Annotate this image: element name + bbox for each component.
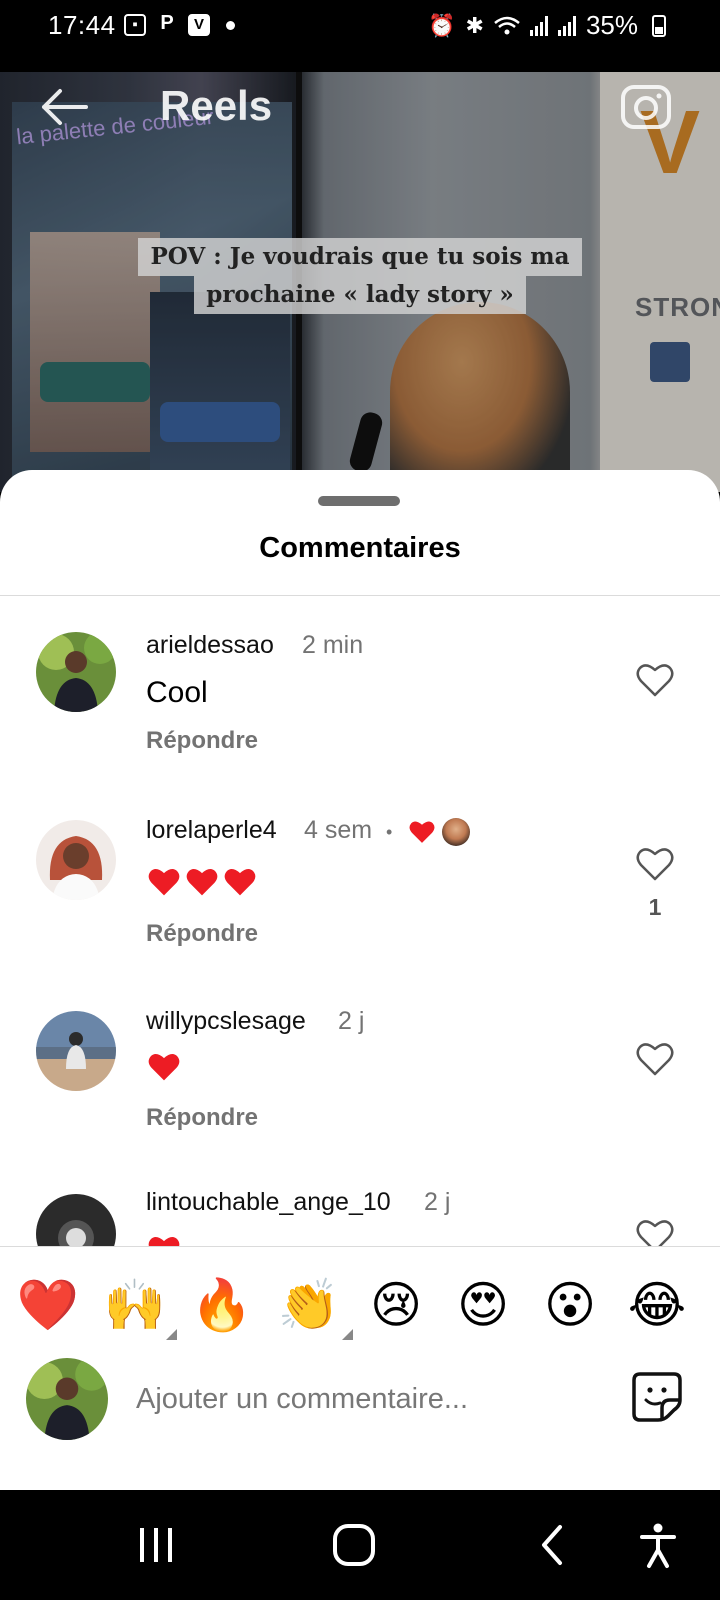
- heart-emoji: [148, 1054, 180, 1081]
- heart-emoji: [148, 869, 180, 896]
- comment-input[interactable]: [136, 1374, 596, 1424]
- sheet-drag-handle[interactable]: [318, 496, 400, 506]
- status-bar: 17:44 ▪ P V ⏰ ✱ 35%: [0, 0, 720, 72]
- reaction-heart-eyes[interactable]: 😍: [451, 1273, 515, 1337]
- home-icon[interactable]: [332, 1520, 376, 1570]
- comment-text: Cool: [146, 676, 208, 709]
- comment-username[interactable]: willypcslesage: [146, 1007, 306, 1036]
- reaction-fire[interactable]: 🔥: [190, 1273, 254, 1337]
- quick-reaction-bar: ❤️ 🙌 🔥 👏 😢 😍 😮 😂: [0, 1246, 720, 1358]
- status-time: 17:44: [48, 10, 116, 40]
- comment-item: lorelaperle4 4 sem • Répondre 1: [0, 784, 720, 974]
- reels-header: Reels: [0, 72, 720, 142]
- comment-list[interactable]: arieldessao 2 min Cool Répondre lorelape…: [0, 596, 720, 1246]
- reaction-crying-face[interactable]: 😢: [364, 1273, 428, 1337]
- like-heart-icon[interactable]: [636, 1218, 674, 1246]
- reel-caption: POV : Je voudrais que tu sois ma prochai…: [0, 238, 720, 314]
- reaction-clapping-hands[interactable]: 👏: [277, 1273, 341, 1337]
- comment-username[interactable]: lintouchable_ange_10: [146, 1188, 391, 1217]
- comment-username[interactable]: arieldessao: [146, 631, 274, 660]
- separator-dot: •: [386, 821, 393, 842]
- like-count: 1: [648, 894, 662, 920]
- back-arrow-icon[interactable]: [36, 82, 92, 132]
- heart-emoji: [148, 1237, 180, 1246]
- my-avatar: [26, 1358, 108, 1440]
- creator-liked-badge: •: [386, 818, 471, 846]
- reply-button[interactable]: Répondre: [146, 1104, 258, 1132]
- comment-item: lintouchable_ange_10 2 j: [0, 1168, 720, 1246]
- alarm-icon: ⏰: [428, 12, 456, 38]
- accessibility-icon[interactable]: [638, 1520, 678, 1570]
- heart-emoji: [224, 869, 256, 896]
- skin-tone-indicator: [166, 1329, 177, 1340]
- comment-time: 4 sem: [304, 816, 373, 844]
- battery-percent: 35%: [585, 10, 638, 40]
- gallery-icon: ▪: [124, 14, 146, 36]
- comments-sheet: Commentaires arieldessao 2 min Cool Répo…: [0, 470, 720, 1490]
- reaction-red-heart[interactable]: ❤️: [16, 1273, 80, 1337]
- signal-icon-1: [529, 15, 548, 36]
- v-icon: V: [188, 14, 210, 36]
- comment-time: 2 min: [302, 631, 364, 659]
- reaction-surprised-face[interactable]: 😮: [538, 1273, 602, 1337]
- reply-button[interactable]: Répondre: [146, 727, 258, 755]
- skin-tone-indicator: [342, 1329, 353, 1340]
- comment-username[interactable]: lorelaperle4: [146, 816, 277, 845]
- avatar[interactable]: [36, 820, 116, 900]
- like-heart-icon[interactable]: [636, 846, 674, 882]
- avatar[interactable]: [36, 1011, 116, 1091]
- system-icons: ⏰ ✱ 35%: [428, 10, 666, 41]
- avatar[interactable]: [36, 1194, 116, 1246]
- battery-icon: [652, 14, 666, 37]
- caption-line-2: prochaine « lady story »: [194, 276, 526, 314]
- comment-input-row: [0, 1358, 720, 1463]
- back-icon[interactable]: [540, 1520, 566, 1570]
- reels-title: Reels: [160, 82, 273, 129]
- sticker-icon[interactable]: [630, 1370, 684, 1424]
- system-nav-bar: [0, 1490, 720, 1600]
- like-heart-icon[interactable]: [636, 662, 674, 698]
- p-icon: P: [160, 12, 174, 34]
- like-heart-icon[interactable]: [636, 1041, 674, 1077]
- comment-time: 2 j: [338, 1007, 365, 1035]
- reaction-laughing-face[interactable]: 😂: [625, 1273, 689, 1337]
- avatar[interactable]: [36, 632, 116, 712]
- camera-icon[interactable]: [620, 84, 672, 130]
- sheet-title: Commentaires: [259, 532, 461, 564]
- comment-item: arieldessao 2 min Cool Répondre: [0, 596, 720, 781]
- more-notifications-icon: [226, 20, 235, 30]
- signal-icon-2: [557, 15, 576, 36]
- reaction-raising-hands[interactable]: 🙌: [103, 1273, 167, 1337]
- reply-button[interactable]: Répondre: [146, 920, 258, 948]
- creator-mini-avatar: [442, 818, 471, 846]
- recent-apps-icon[interactable]: [136, 1520, 176, 1570]
- bluetooth-icon: ✱: [465, 12, 484, 38]
- wifi-icon: [494, 16, 520, 34]
- comment-time: 2 j: [424, 1188, 451, 1216]
- comment-text: [146, 864, 260, 898]
- heart-emoji: [186, 869, 218, 896]
- creator-heart-icon: [409, 821, 435, 843]
- notification-icons: ▪ P V: [124, 12, 235, 36]
- comment-item: willypcslesage 2 j Répondre: [0, 979, 720, 1164]
- comment-text: [146, 1232, 184, 1246]
- comment-text: [146, 1049, 184, 1083]
- caption-line-1: POV : Je voudrais que tu sois ma: [138, 238, 582, 276]
